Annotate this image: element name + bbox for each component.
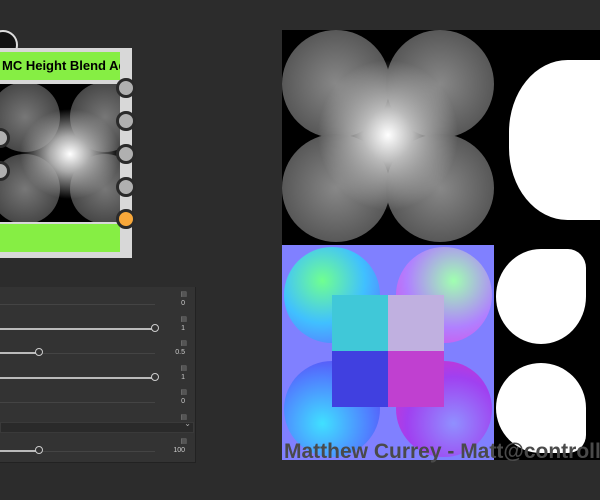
slider-track[interactable] [0, 402, 155, 403]
preview-viewport[interactable] [282, 30, 600, 460]
output-pin[interactable] [116, 78, 136, 98]
param-row: ▤ 100 [0, 434, 195, 458]
function-icon[interactable]: ▤ [180, 290, 187, 298]
function-icon[interactable]: ▤ [180, 437, 187, 445]
slider-fill [0, 327, 155, 330]
param-value: 0 [181, 300, 185, 307]
param-dropdown[interactable]: ⌄ [0, 418, 194, 433]
param-row: ▤ 0 [0, 287, 195, 311]
param-value: 0 [181, 398, 185, 405]
function-icon[interactable]: ▤ [180, 339, 187, 347]
parameters-panel: ▤ 0 ▤ 1 ▤ 0.5 ▤ 1 ▤ 0 ▤ ⌄ ▤ 100 [0, 287, 196, 463]
node-title: MC Height Blend Ad... [0, 52, 120, 80]
mask-preview-2 [494, 245, 600, 460]
param-row: ▤ ⌄ [0, 410, 195, 434]
output-pin[interactable] [116, 177, 136, 197]
slider-handle[interactable] [151, 372, 159, 381]
mask-preview-1 [494, 30, 600, 245]
graph-node[interactable]: MC Height Blend Ad... [0, 48, 132, 258]
param-value: 1 [181, 324, 185, 332]
output-pin[interactable] [116, 111, 136, 131]
slider-track[interactable] [0, 304, 155, 305]
param-row: ▤ 1 [0, 361, 195, 385]
output-pin-active[interactable] [116, 209, 136, 229]
function-icon[interactable]: ▤ [180, 315, 187, 323]
node-thumbnail [0, 84, 120, 222]
slider-fill [0, 376, 155, 379]
slider-handle[interactable] [34, 348, 43, 356]
output-pin[interactable] [116, 144, 136, 164]
height-map-preview [282, 30, 494, 245]
credit-text: Matthew Currey - Matt@controlle [284, 440, 600, 463]
param-row: ▤ 0.5 [0, 336, 195, 360]
param-row: ▤ 1 [0, 312, 195, 336]
slider-handle[interactable] [151, 323, 159, 332]
param-value: 1 [181, 373, 185, 381]
param-row: ▤ 0 [0, 385, 195, 409]
normal-map-preview [282, 245, 494, 460]
function-icon[interactable]: ▤ [180, 388, 187, 396]
function-icon[interactable]: ▤ [180, 364, 187, 372]
node-footer [0, 224, 120, 252]
slider-fill [0, 450, 39, 452]
param-value: 0.5 [175, 349, 185, 356]
param-value: 100 [173, 447, 185, 454]
chevron-down-icon: ⌄ [184, 418, 191, 428]
slider-fill [0, 352, 39, 354]
slider-handle[interactable] [34, 446, 43, 454]
